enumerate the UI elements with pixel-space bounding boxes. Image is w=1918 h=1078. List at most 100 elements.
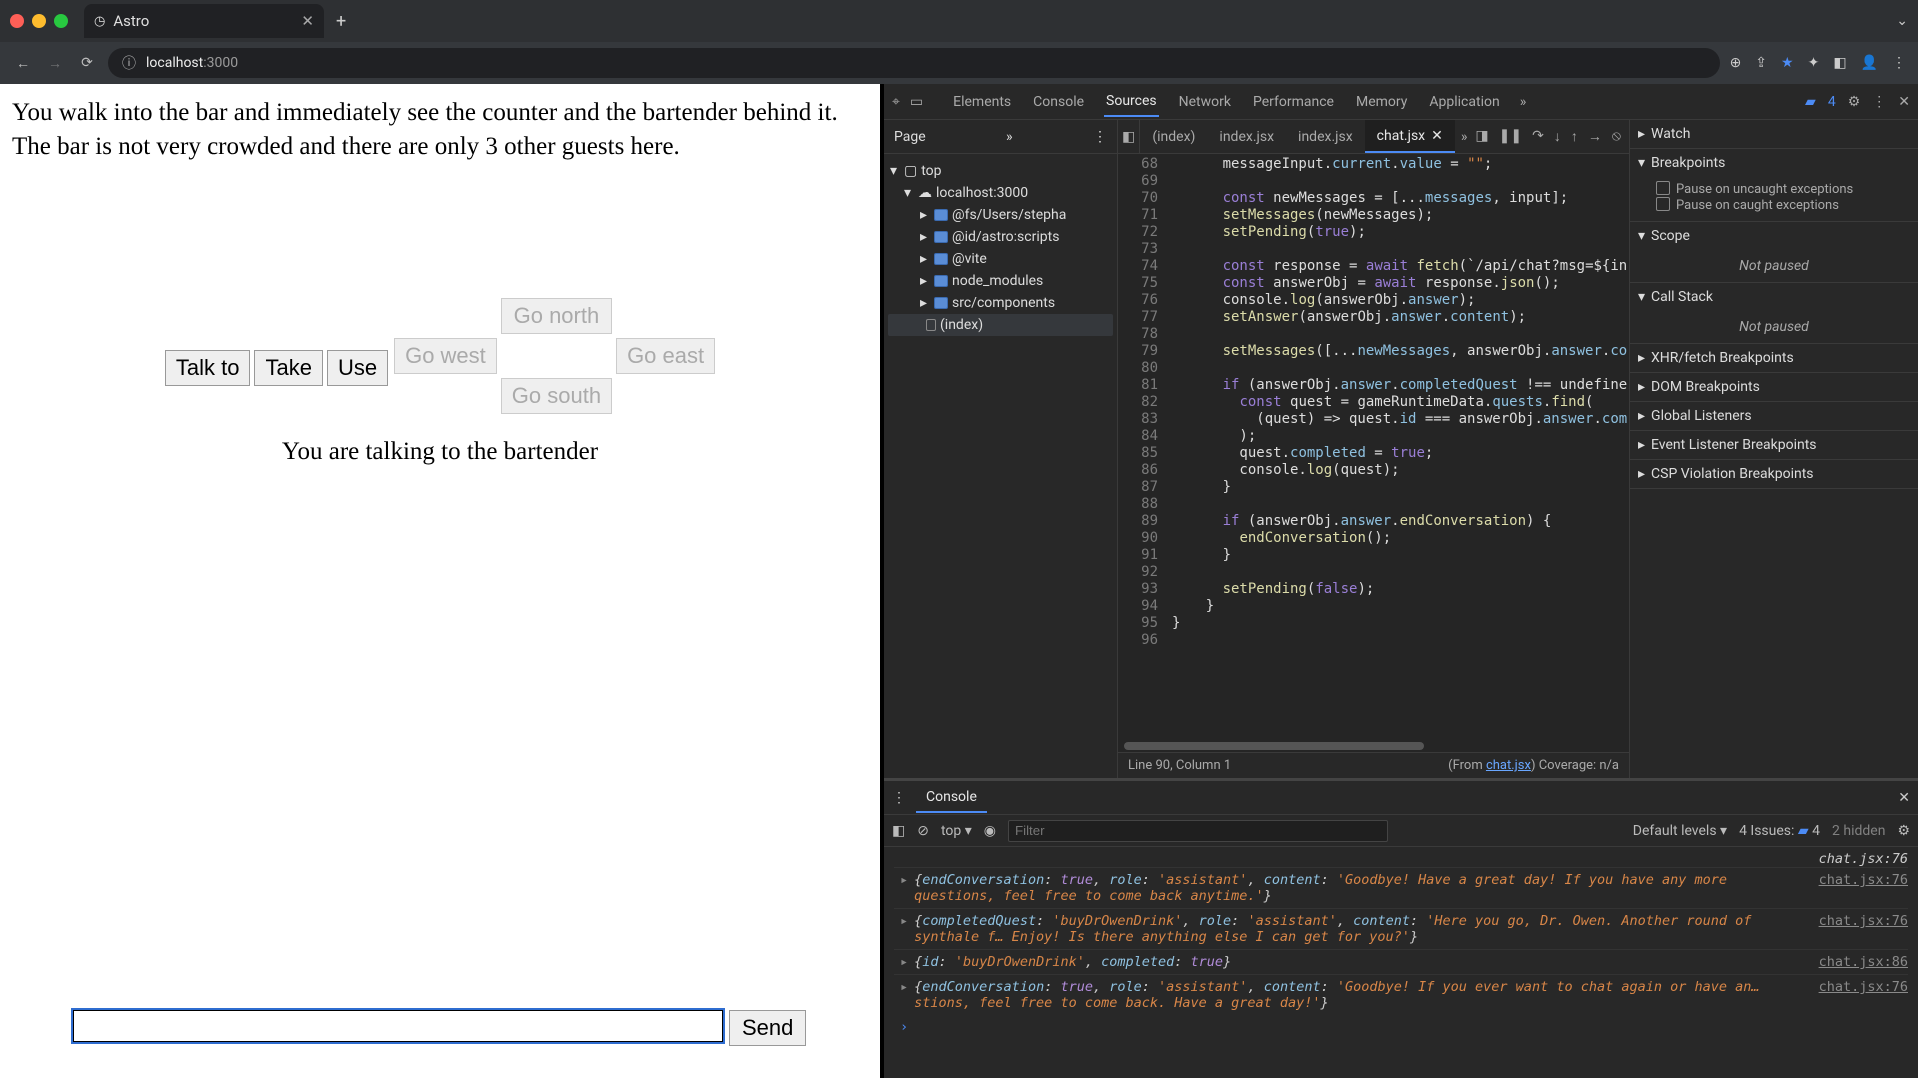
close-window-icon[interactable] bbox=[10, 14, 24, 28]
tree-host[interactable]: ▾☁localhost:3000 bbox=[888, 182, 1113, 204]
zoom-icon[interactable]: ⊕ bbox=[1730, 55, 1742, 71]
browser-tab[interactable]: ◷ Astro ✕ bbox=[84, 4, 324, 38]
step-icon[interactable]: → bbox=[1588, 128, 1602, 145]
close-devtools-icon[interactable]: ✕ bbox=[1898, 94, 1910, 110]
sidepanel-icon[interactable]: ◧ bbox=[1833, 55, 1846, 71]
reload-button[interactable]: ⟳ bbox=[76, 52, 98, 74]
tab-performance[interactable]: Performance bbox=[1251, 88, 1336, 116]
extensions-icon[interactable]: ✦ bbox=[1808, 55, 1820, 71]
tab-list-chevron-icon[interactable]: ⌄ bbox=[1896, 13, 1908, 29]
hidden-count[interactable]: 2 hidden bbox=[1832, 823, 1885, 839]
tree-folder[interactable]: ▸@vite bbox=[888, 248, 1113, 270]
breakpoints-section[interactable]: ▾Breakpoints bbox=[1630, 149, 1918, 177]
drawer-console-tab[interactable]: Console bbox=[916, 783, 987, 813]
go-east-button[interactable]: Go east bbox=[616, 338, 715, 374]
tab-application[interactable]: Application bbox=[1427, 88, 1501, 116]
tree-file-selected[interactable]: (index) bbox=[888, 314, 1113, 336]
step-over-icon[interactable]: ↷ bbox=[1532, 128, 1544, 145]
step-into-icon[interactable]: ↓ bbox=[1554, 128, 1561, 145]
step-out-icon[interactable]: ↑ bbox=[1571, 128, 1578, 145]
back-button[interactable]: ← bbox=[12, 52, 34, 74]
console-filter-input[interactable] bbox=[1008, 820, 1388, 842]
csp-bp-section[interactable]: ▸CSP Violation Breakpoints bbox=[1630, 460, 1918, 488]
tree-folder[interactable]: ▸src/components bbox=[888, 292, 1113, 314]
close-tab-icon[interactable]: ✕ bbox=[301, 12, 314, 30]
toggle-navigator-icon[interactable]: ◧ bbox=[1118, 120, 1140, 153]
console-log-entry[interactable]: ▸{id: 'buyDrOwenDrink', completed: true}… bbox=[894, 949, 1908, 974]
tab-elements[interactable]: Elements bbox=[951, 88, 1013, 116]
dom-breakpoints-section[interactable]: ▸DOM Breakpoints bbox=[1630, 373, 1918, 401]
profile-icon[interactable]: 👤 bbox=[1861, 55, 1878, 71]
share-icon[interactable]: ⇪ bbox=[1755, 55, 1767, 71]
inspect-element-icon[interactable]: ⌖ bbox=[892, 94, 900, 110]
log-levels-dropdown[interactable]: Default levels ▾ bbox=[1633, 823, 1727, 839]
forward-button[interactable]: → bbox=[44, 52, 66, 74]
log-source-link[interactable]: chat.jsx:76 bbox=[1807, 979, 1908, 995]
file-tab[interactable]: index.jsx bbox=[1286, 120, 1365, 153]
console-log-entry[interactable]: ▸{endConversation: true, role: 'assistan… bbox=[894, 867, 1908, 908]
devtools-menu-icon[interactable]: ⋮ bbox=[1872, 94, 1886, 110]
scope-section[interactable]: ▾Scope bbox=[1630, 222, 1918, 250]
tab-network[interactable]: Network bbox=[1177, 88, 1233, 116]
console-prompt[interactable]: › bbox=[894, 1015, 1908, 1039]
pause-caught-toggle[interactable]: Pause on caught exceptions bbox=[1656, 197, 1910, 213]
more-tabs-icon[interactable]: » bbox=[1520, 94, 1527, 110]
console-output[interactable]: chat.jsx:76▸{endConversation: true, role… bbox=[884, 847, 1918, 1078]
talk-to-button[interactable]: Talk to bbox=[165, 350, 251, 386]
use-button[interactable]: Use bbox=[327, 350, 388, 386]
event-listener-bp-section[interactable]: ▸Event Listener Breakpoints bbox=[1630, 431, 1918, 459]
file-tab[interactable]: (index) bbox=[1140, 120, 1207, 153]
xhr-breakpoints-section[interactable]: ▸XHR/fetch Breakpoints bbox=[1630, 344, 1918, 372]
file-tab-active[interactable]: chat.jsx✕ bbox=[1365, 120, 1455, 153]
tree-folder[interactable]: ▸@fs/Users/stepha bbox=[888, 204, 1113, 226]
navigator-menu-icon[interactable]: ⋮ bbox=[1093, 129, 1107, 145]
scrollbar-thumb[interactable] bbox=[1124, 742, 1424, 750]
watch-section[interactable]: ▸Watch bbox=[1630, 120, 1918, 148]
tab-sources[interactable]: Sources bbox=[1104, 87, 1159, 117]
issues-icon[interactable]: ▰ bbox=[1805, 94, 1816, 110]
pause-uncaught-toggle[interactable]: Pause on uncaught exceptions bbox=[1656, 181, 1910, 197]
menu-icon[interactable]: ⋮ bbox=[1892, 55, 1906, 71]
file-tab[interactable]: index.jsx bbox=[1207, 120, 1286, 153]
clear-console-icon[interactable]: ⊘ bbox=[917, 823, 929, 839]
close-file-icon[interactable]: ✕ bbox=[1431, 128, 1443, 144]
minimize-window-icon[interactable] bbox=[32, 14, 46, 28]
code-text[interactable]: messageInput.current.value = ""; const n… bbox=[1164, 154, 1629, 742]
navigator-more-icon[interactable]: » bbox=[1006, 129, 1013, 145]
close-drawer-icon[interactable]: ✕ bbox=[1898, 790, 1910, 806]
tab-console[interactable]: Console bbox=[1031, 88, 1086, 116]
toggle-sidebar-icon[interactable]: ◧ bbox=[892, 823, 905, 839]
go-north-button[interactable]: Go north bbox=[501, 298, 612, 334]
tree-top[interactable]: ▾▢top bbox=[888, 160, 1113, 182]
callstack-section[interactable]: ▾Call Stack bbox=[1630, 283, 1918, 311]
editor-horizontal-scrollbar[interactable] bbox=[1118, 742, 1629, 752]
tree-folder[interactable]: ▸@id/astro:scripts bbox=[888, 226, 1113, 248]
global-listeners-section[interactable]: ▸Global Listeners bbox=[1630, 402, 1918, 430]
context-selector[interactable]: top ▾ bbox=[941, 823, 972, 839]
address-bar[interactable]: ⓘ localhost:3000 bbox=[108, 48, 1720, 78]
new-tab-button[interactable]: + bbox=[336, 11, 346, 32]
device-toolbar-icon[interactable]: ▭ bbox=[910, 94, 923, 110]
issues-label[interactable]: 4 Issues: ▰ 4 bbox=[1739, 823, 1820, 839]
settings-gear-icon[interactable]: ⚙ bbox=[1848, 94, 1861, 110]
drawer-menu-icon[interactable]: ⋮ bbox=[892, 790, 906, 806]
log-source-link[interactable]: chat.jsx:76 bbox=[1807, 913, 1908, 929]
console-log-entry[interactable]: ▸{completedQuest: 'buyDrOwenDrink', role… bbox=[894, 908, 1908, 949]
site-info-icon[interactable]: ⓘ bbox=[122, 53, 136, 73]
live-expression-icon[interactable]: ◉ bbox=[984, 823, 996, 839]
console-log-entry[interactable]: ▸{endConversation: true, role: 'assistan… bbox=[894, 974, 1908, 1015]
tree-folder[interactable]: ▸node_modules bbox=[888, 270, 1113, 292]
maximize-window-icon[interactable] bbox=[54, 14, 68, 28]
toggle-debugger-pane-icon[interactable]: ◨ bbox=[1475, 128, 1488, 145]
pause-icon[interactable]: ❚❚ bbox=[1499, 128, 1522, 145]
origin-link[interactable]: chat.jsx bbox=[1486, 758, 1531, 773]
go-west-button[interactable]: Go west bbox=[394, 338, 497, 374]
go-south-button[interactable]: Go south bbox=[501, 378, 612, 414]
take-button[interactable]: Take bbox=[254, 350, 322, 386]
log-source-link[interactable]: chat.jsx:76 bbox=[1807, 872, 1908, 888]
send-button[interactable]: Send bbox=[729, 1010, 806, 1046]
chat-input[interactable] bbox=[73, 1010, 723, 1042]
bookmark-star-icon[interactable]: ★ bbox=[1781, 55, 1794, 71]
page-tab[interactable]: Page bbox=[894, 129, 926, 145]
code-editor[interactable]: 68 69 70 71 72 73 74 75 76 77 78 79 80 8… bbox=[1118, 154, 1629, 742]
